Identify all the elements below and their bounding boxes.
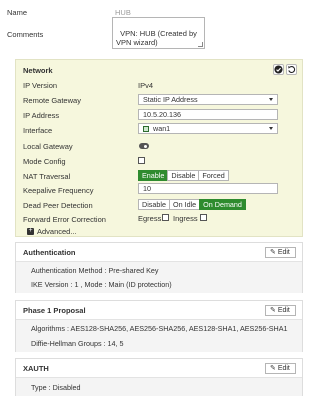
comments-label: Comments <box>7 30 44 39</box>
egress-checkbox[interactable] <box>162 214 169 221</box>
comments-textarea[interactable]: VPN: HUB (Created by VPN wizard) <box>112 17 205 49</box>
interface-value: wan1 <box>153 124 171 133</box>
keepalive-value: 10 <box>143 184 151 193</box>
ip-version-value: IPv4 <box>138 81 154 90</box>
keepalive-label: Keepalive Frequency <box>23 186 94 195</box>
interface-label: Interface <box>23 126 53 135</box>
xauth-type-text: Type : Disabled <box>31 383 81 392</box>
ingress-label: Ingress <box>173 214 198 223</box>
xauth-title: XAUTH <box>23 364 49 373</box>
chevron-down-icon <box>269 98 273 101</box>
nat-traversal-label: NAT Traversal <box>23 172 71 181</box>
comments-text: VPN: HUB (Created by VPN wizard) <box>116 29 199 47</box>
network-title: Network <box>23 66 53 75</box>
dpd-disable-option[interactable]: Disable <box>138 199 170 210</box>
remote-gateway-label: Remote Gateway <box>23 96 81 105</box>
phase1-title: Phase 1 Proposal <box>23 306 86 315</box>
auth-method-text: Authentication Method : Pre-shared Key <box>31 266 159 275</box>
mode-config-label: Mode Config <box>23 157 66 166</box>
ike-version-text: IKE Version : 1 , Mode : Main (ID protec… <box>31 280 172 289</box>
xauth-edit-button[interactable]: ✎ Edit <box>265 363 296 374</box>
nat-forced-option[interactable]: Forced <box>198 170 229 181</box>
plus-icon: + <box>27 227 34 235</box>
name-label: Name <box>7 8 28 17</box>
remote-gateway-value: Static IP Address <box>143 95 198 104</box>
authentication-edit-button[interactable]: ✎ Edit <box>265 247 296 258</box>
resize-grip-icon[interactable] <box>198 42 203 47</box>
algorithms-text: Algorithms : AES128-SHA256, AES256-SHA25… <box>31 324 288 333</box>
pencil-icon: ✎ <box>270 249 278 256</box>
nat-enable-option[interactable]: Enable <box>138 170 169 181</box>
keepalive-input[interactable]: 10 <box>138 183 278 194</box>
dh-groups-text: Diffie-Hellman Groups : 14, 5 <box>31 339 124 348</box>
network-port-icon <box>143 126 149 132</box>
ingress-checkbox[interactable] <box>200 214 207 221</box>
pencil-icon: ✎ <box>270 307 278 314</box>
toggle-knob <box>143 143 148 149</box>
name-value: HUB <box>115 8 131 17</box>
edit-label: Edit <box>277 249 290 256</box>
edit-label: Edit <box>277 307 290 314</box>
network-section: Network IP Version IPv4 Remote Gateway S… <box>15 59 303 237</box>
advanced-label: Advanced... <box>37 227 77 236</box>
dpd-label: Dead Peer Detection <box>23 201 93 210</box>
advanced-toggle[interactable]: + Advanced... <box>27 227 77 236</box>
mode-config-checkbox[interactable] <box>138 157 145 164</box>
dpd-on-demand-option[interactable]: On Demand <box>199 199 246 210</box>
fec-label: Forward Error Correction <box>23 215 106 224</box>
xauth-section: XAUTH ✎ Edit Type : Disabled <box>15 358 303 396</box>
nat-disable-option[interactable]: Disable <box>167 170 200 181</box>
authentication-title: Authentication <box>23 248 76 257</box>
interface-select[interactable]: wan1 <box>138 123 278 134</box>
ip-version-label: IP Version <box>23 81 58 90</box>
check-icon[interactable] <box>273 64 284 75</box>
nat-traversal-segmented: Enable Disable Forced <box>138 170 229 181</box>
ip-address-label: IP Address <box>23 111 60 120</box>
ip-address-value: 10.5.20.136 <box>143 110 181 119</box>
phase1-section: Phase 1 Proposal ✎ Edit Algorithms : AES… <box>15 300 303 352</box>
egress-label: Egress <box>138 214 162 223</box>
pencil-icon: ✎ <box>270 365 278 372</box>
chevron-down-icon <box>269 127 273 130</box>
revert-icon[interactable] <box>286 64 297 75</box>
dpd-segmented: Disable On Idle On Demand <box>138 199 246 210</box>
dpd-on-idle-option[interactable]: On Idle <box>168 199 201 210</box>
local-gateway-label: Local Gateway <box>23 142 73 151</box>
ip-address-input[interactable]: 10.5.20.136 <box>138 109 278 120</box>
edit-label: Edit <box>277 365 290 372</box>
phase1-edit-button[interactable]: ✎ Edit <box>265 305 296 316</box>
remote-gateway-select[interactable]: Static IP Address <box>138 94 278 105</box>
local-gateway-toggle[interactable] <box>139 143 149 149</box>
authentication-section: Authentication ✎ Edit Authentication Met… <box>15 242 303 293</box>
